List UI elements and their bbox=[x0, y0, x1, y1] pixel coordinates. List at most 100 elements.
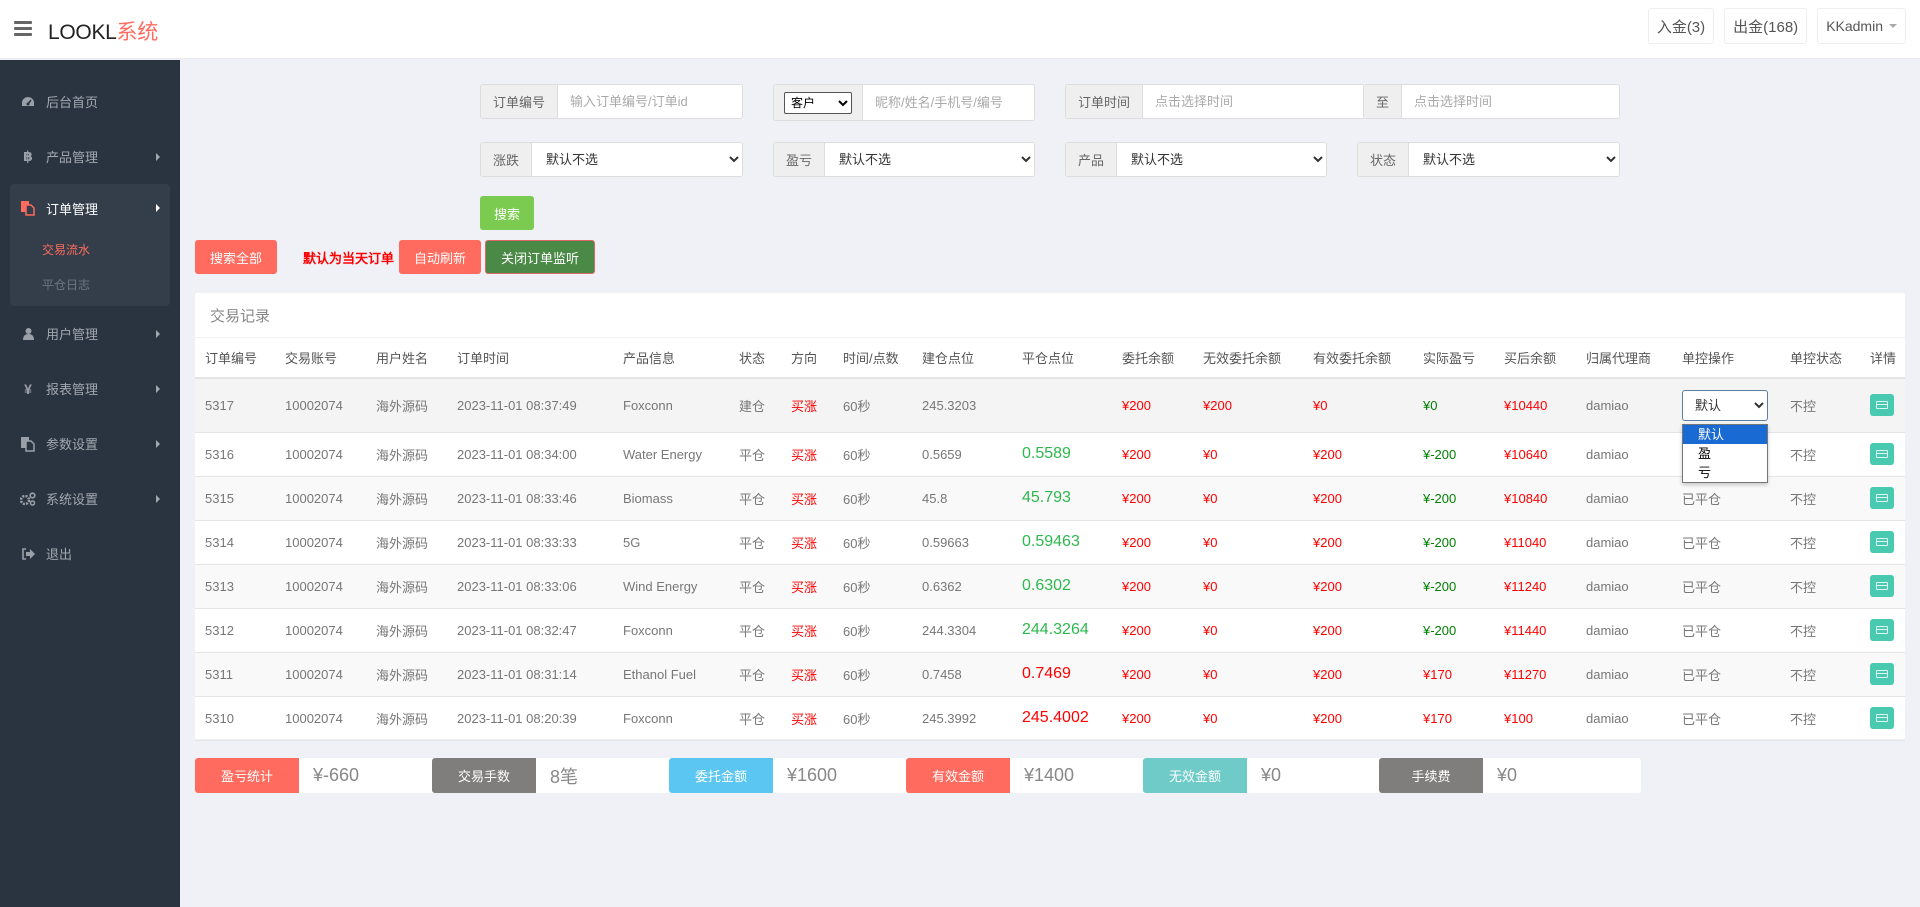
table-row: 5310 10002074 海外源码 2023-11-01 08:20:39 Foxco… bbox=[195, 696, 1905, 741]
invalid-amount-cell: ¥0 bbox=[1193, 520, 1303, 565]
valid-amount-stat: 有效金额 ¥1400 bbox=[906, 758, 1168, 793]
stat-label: 无效金额 bbox=[1143, 758, 1247, 793]
product-label: 产品 bbox=[1066, 143, 1118, 176]
control-state-cell: 不控 bbox=[1780, 378, 1860, 433]
control-state-cell: 不控 bbox=[1780, 696, 1860, 741]
order-time-cell: 2023-11-01 08:33:33 bbox=[447, 520, 613, 565]
customer-type-select[interactable]: 客户 bbox=[784, 91, 852, 114]
copy-icon bbox=[20, 200, 36, 216]
control-action-cell: 已平仓 bbox=[1672, 520, 1780, 565]
entrust-amount-cell: ¥200 bbox=[1112, 608, 1193, 653]
product-select[interactable]: 默认不选 bbox=[1117, 143, 1326, 176]
order-id-cell: 5317 bbox=[195, 378, 275, 433]
status-select[interactable]: 默认不选 bbox=[1409, 143, 1619, 176]
detail-button[interactable] bbox=[1870, 394, 1894, 417]
order-time-cell: 2023-11-01 08:31:14 bbox=[447, 652, 613, 697]
order-number-input[interactable] bbox=[558, 85, 742, 118]
control-select[interactable]: 默认 bbox=[1682, 389, 1768, 421]
balance-after-cell: ¥11240 bbox=[1494, 564, 1576, 609]
close-monitor-button[interactable]: 关闭订单监听 bbox=[485, 240, 595, 274]
column-header: 无效委托余额 bbox=[1193, 338, 1303, 379]
auto-refresh-button[interactable]: 自动刷新 bbox=[399, 240, 481, 274]
order-id-cell: 5311 bbox=[195, 652, 275, 697]
detail-button[interactable] bbox=[1870, 575, 1894, 597]
detail-button[interactable] bbox=[1870, 619, 1894, 641]
close-price-cell: 0.5589 bbox=[1012, 432, 1112, 477]
table-row: 5313 10002074 海外源码 2023-11-01 08:33:06 Wind … bbox=[195, 564, 1905, 609]
order-time-cell: 2023-11-01 08:34:00 bbox=[447, 432, 613, 477]
yen-icon: ¥ bbox=[24, 380, 32, 397]
invalid-amount-stat: 无效金额 ¥0 bbox=[1143, 758, 1405, 793]
withdraw-button[interactable]: 出金(168) bbox=[1724, 8, 1808, 44]
list-alt-icon bbox=[1876, 450, 1888, 458]
product-cell: Foxconn bbox=[613, 608, 729, 653]
user-menu-button[interactable]: KKadmin bbox=[1817, 8, 1906, 44]
direction-cell: 买涨 bbox=[781, 696, 833, 741]
duration-cell: 60秒 bbox=[833, 378, 912, 433]
column-header: 归属代理商 bbox=[1576, 338, 1672, 379]
sidebar-item-system[interactable]: 系统设置 bbox=[0, 471, 180, 526]
entrust-amount-cell: ¥200 bbox=[1112, 520, 1193, 565]
to-label: 至 bbox=[1364, 85, 1403, 118]
control-dropdown-list: 默认盈亏 bbox=[1682, 423, 1768, 483]
detail-button[interactable] bbox=[1870, 663, 1894, 685]
detail-button[interactable] bbox=[1870, 531, 1894, 553]
close-price-cell: 244.3264 bbox=[1012, 608, 1112, 653]
open-price-cell: 45.8 bbox=[912, 476, 1012, 521]
balance-after-cell: ¥11440 bbox=[1494, 608, 1576, 653]
detail-button[interactable] bbox=[1870, 487, 1894, 509]
sidebar-item-orders[interactable]: 订单管理 bbox=[10, 184, 170, 232]
order-time-label: 订单时间 bbox=[1066, 85, 1144, 118]
detail-button[interactable] bbox=[1870, 443, 1894, 465]
logo-text: LOOKL bbox=[48, 21, 117, 44]
order-id-cell: 5310 bbox=[195, 696, 275, 741]
sidebar-item-params[interactable]: 参数设置 bbox=[0, 416, 180, 471]
time-start-input[interactable] bbox=[1143, 85, 1364, 118]
profit-select[interactable]: 默认不选 bbox=[825, 143, 1034, 176]
table-row: 5314 10002074 海外源码 2023-11-01 08:33:33 5G 平仓买… bbox=[195, 520, 1905, 565]
invalid-amount-cell: ¥200 bbox=[1193, 378, 1303, 433]
control-action-cell: 已平仓 bbox=[1672, 652, 1780, 697]
detail-button[interactable] bbox=[1870, 707, 1894, 729]
sidebar-item-reports[interactable]: ¥ 报表管理 bbox=[0, 361, 180, 416]
direction-cell: 买涨 bbox=[781, 520, 833, 565]
stat-label: 有效金额 bbox=[906, 758, 1010, 793]
search-all-button[interactable]: 搜索全部 bbox=[195, 240, 277, 274]
sidebar-subitem-close-log[interactable]: 平仓日志 bbox=[10, 267, 170, 302]
sidebar-item-dashboard[interactable]: 后台首页 bbox=[0, 74, 180, 129]
user-name-cell: 海外源码 bbox=[366, 608, 447, 653]
account-cell: 10002074 bbox=[275, 696, 366, 741]
dropdown-option[interactable]: 盈 bbox=[1683, 444, 1767, 463]
order-id-cell: 5313 bbox=[195, 564, 275, 609]
deposit-button[interactable]: 入金(3) bbox=[1647, 8, 1715, 44]
dropdown-option[interactable]: 默认 bbox=[1683, 424, 1767, 444]
customer-search-input[interactable] bbox=[863, 85, 1034, 120]
sidebar-item-logout[interactable]: 退出 bbox=[0, 526, 180, 581]
actual-pnl-cell: ¥-200 bbox=[1413, 432, 1494, 477]
sidebar-item-products[interactable]: ฿ 产品管理 bbox=[0, 129, 180, 184]
search-button[interactable]: 搜索 bbox=[480, 196, 534, 230]
list-alt-icon bbox=[1876, 714, 1888, 722]
sidebar-item-users[interactable]: 用户管理 bbox=[0, 306, 180, 361]
column-header: 时间/点数 bbox=[833, 338, 912, 379]
direction-select[interactable]: 默认不选 bbox=[532, 143, 742, 176]
valid-amount-cell: ¥200 bbox=[1303, 696, 1413, 741]
user-name-cell: 海外源码 bbox=[366, 476, 447, 521]
balance-after-cell: ¥11040 bbox=[1494, 520, 1576, 565]
control-state-cell: 不控 bbox=[1780, 652, 1860, 697]
column-header: 单控状态 bbox=[1780, 338, 1860, 379]
user-name-cell: 海外源码 bbox=[366, 520, 447, 565]
order-time-cell: 2023-11-01 08:20:39 bbox=[447, 696, 613, 741]
sign-out-icon bbox=[20, 546, 36, 562]
time-end-input[interactable] bbox=[1402, 85, 1619, 118]
dropdown-option[interactable]: 亏 bbox=[1683, 463, 1767, 482]
menu-toggle-icon[interactable] bbox=[14, 21, 32, 36]
product-cell: 5G bbox=[613, 520, 729, 565]
caret-right-icon bbox=[156, 204, 160, 212]
product-field: 产品 默认不选 bbox=[1065, 142, 1327, 177]
entrust-stat: 委托金额 ¥1600 bbox=[669, 758, 931, 793]
sidebar-subitem-transactions[interactable]: 交易流水 bbox=[10, 232, 170, 267]
open-price-cell: 0.7458 bbox=[912, 652, 1012, 697]
caret-right-icon bbox=[156, 494, 160, 503]
valid-amount-cell: ¥200 bbox=[1303, 564, 1413, 609]
